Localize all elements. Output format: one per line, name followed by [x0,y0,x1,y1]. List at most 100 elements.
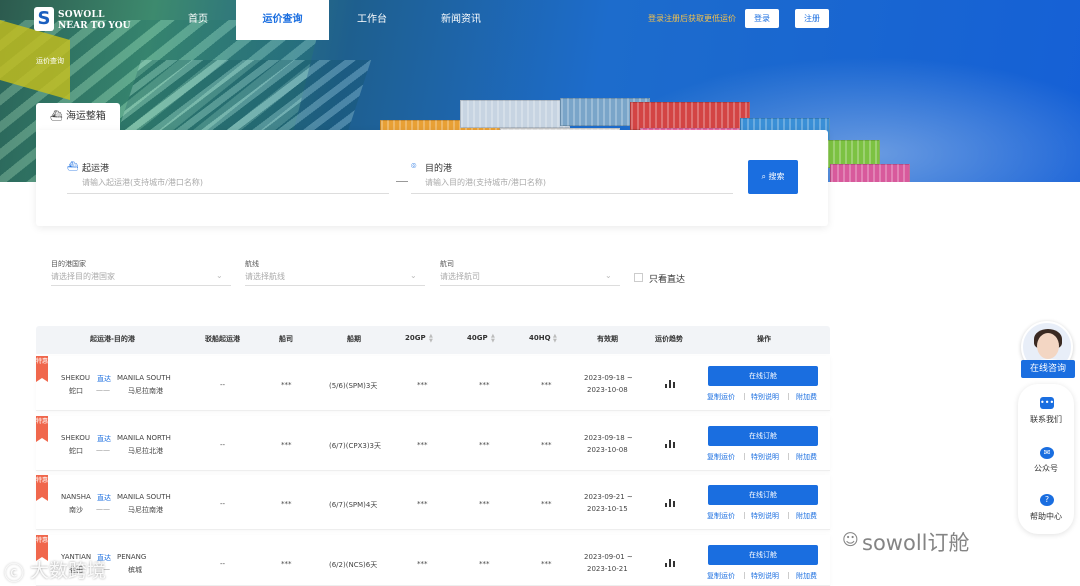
link-separator [788,393,789,400]
pod-name: 马尼拉南港 [128,506,163,514]
route-filter-label: 航线 [245,260,259,268]
online-consult-button[interactable]: 在线咨询 [1021,360,1075,378]
chevron-down-icon: ⌄ [410,271,417,280]
copy-rate-link[interactable]: 复制运价 [707,511,735,521]
chat-icon[interactable]: ••• [1040,397,1054,409]
sort-icon[interactable]: ▲ ▼ [553,334,557,344]
bar-chart-icon[interactable] [665,379,675,388]
brand-logo[interactable]: S SOWOLL NEAR TO YOU [34,7,134,33]
trend-bar [669,499,671,507]
price-40hq: *** [541,381,552,389]
pod-code: MANILA SOUTH [117,374,171,382]
th-trend: 运价趋势 [655,335,683,343]
surcharge-link[interactable]: 附加费 [796,392,817,402]
route-mode[interactable]: 直达 [97,493,111,503]
login-button[interactable]: 登录 [745,9,779,28]
th-carrier: 船司 [279,335,293,343]
pol-name: 蛇口 [69,387,83,395]
valid-to: 2023-10-08 [587,386,628,394]
dest-input[interactable]: 请输入目的港(支持城市/港口名称) [425,177,546,188]
price-20gp: *** [417,441,428,449]
location-pin-icon: ⌾ [411,162,417,172]
ship-small-icon: ⛴ [67,162,79,172]
logo-text-line2: NEAR TO YOU [58,21,131,31]
th-route: 起运港-目的港 [90,335,135,343]
special-note-link[interactable]: 特别说明 [751,392,779,402]
link-separator [788,512,789,519]
bar-chart-icon[interactable] [665,558,675,567]
tab-sea-fcl[interactable]: ⛴ 海运整箱 [36,103,120,130]
origin-input[interactable]: 请输入起运港(支持城市/港口名称) [82,177,203,188]
ship-icon: ⛴ [50,111,63,122]
route-mode[interactable]: 直达 [97,374,111,384]
schedule: (5/6)(SPM)3天 [329,382,378,390]
book-online-button[interactable]: 在线订舱 [708,485,818,505]
carrier-filter-label: 航司 [440,260,454,268]
promo-tag: 特惠 [36,535,48,561]
price-20gp: *** [417,500,428,508]
nav-item-news[interactable]: 新闻资讯 [428,0,494,40]
search-button[interactable]: ⌕ 搜索 [748,160,798,194]
bar-chart-icon[interactable] [665,498,675,507]
wechat-icon[interactable]: ✉ [1040,447,1054,459]
direct-only-label[interactable]: 只看直达 [649,272,685,285]
trend-bar [665,563,667,567]
schedule: (6/7)(CPX3)3天 [329,442,382,450]
origin-label: 起运港 [82,164,110,174]
th-40gp[interactable]: 40GP [467,334,488,342]
breadcrumb: 运价查询 [36,57,64,65]
country-filter-underline [51,285,231,286]
book-online-button[interactable]: 在线订舱 [708,366,818,386]
trend-bar [665,384,667,388]
valid-from: 2023-09-18 ~ [584,434,633,442]
link-separator [744,512,745,519]
watermark-left: 大数跨境 [30,560,107,582]
bar-chart-icon[interactable] [665,439,675,448]
special-note-link[interactable]: 特别说明 [751,571,779,581]
surcharge-link[interactable]: 附加费 [796,452,817,462]
nav-item-workbench[interactable]: 工作台 [340,0,404,40]
link-separator [744,453,745,460]
chevron-down-icon: ⌄ [216,271,223,280]
register-button[interactable]: 注册 [795,9,829,28]
route-filter-select[interactable]: 请选择航线 [245,271,285,282]
book-online-button[interactable]: 在线订舱 [708,426,818,446]
copy-rate-link[interactable]: 复制运价 [707,571,735,581]
tab-label: 海运整箱 [65,111,106,122]
wechat-link[interactable]: 公众号 [1018,463,1074,474]
pod-name: 马尼拉北港 [128,447,163,455]
th-validity: 有效期 [597,335,618,343]
book-online-button[interactable]: 在线订舱 [708,545,818,565]
route-mode[interactable]: 直达 [97,434,111,444]
sort-icon[interactable]: ▲ ▼ [429,334,433,344]
promo-tag: 特惠 [36,475,48,501]
valid-to: 2023-10-21 [587,565,628,573]
login-promo[interactable]: 登录注册后获取更低运价 [648,13,736,24]
help-center-link[interactable]: 帮助中心 [1018,511,1074,522]
price-40gp: *** [479,381,490,389]
surcharge-link[interactable]: 附加费 [796,571,817,581]
trend-bar [669,380,671,388]
help-icon[interactable]: ? [1040,494,1054,506]
special-note-link[interactable]: 特别说明 [751,511,779,521]
special-note-link[interactable]: 特别说明 [751,452,779,462]
nav-item-home[interactable]: 首页 [166,0,230,40]
direct-only-checkbox[interactable] [634,273,643,282]
copy-rate-link[interactable]: 复制运价 [707,392,735,402]
contact-us-link[interactable]: 联系我们 [1018,414,1074,425]
country-filter-select[interactable]: 请选择目的港国家 [51,271,115,282]
valid-to: 2023-10-15 [587,505,628,513]
th-40hq[interactable]: 40HQ [529,334,551,342]
valid-from: 2023-09-21 ~ [584,493,633,501]
valid-to: 2023-10-08 [587,446,628,454]
copy-rate-link[interactable]: 复制运价 [707,452,735,462]
nav-item-freight[interactable]: 运价查询 [236,0,329,40]
carrier: *** [281,441,292,449]
th-20gp[interactable]: 20GP [405,334,426,342]
trend-bar [673,442,675,448]
sort-icon[interactable]: ▲ ▼ [491,334,495,344]
surcharge-link[interactable]: 附加费 [796,511,817,521]
carrier-filter-select[interactable]: 请选择航司 [440,271,480,282]
link-separator [744,393,745,400]
price-40hq: *** [541,560,552,568]
